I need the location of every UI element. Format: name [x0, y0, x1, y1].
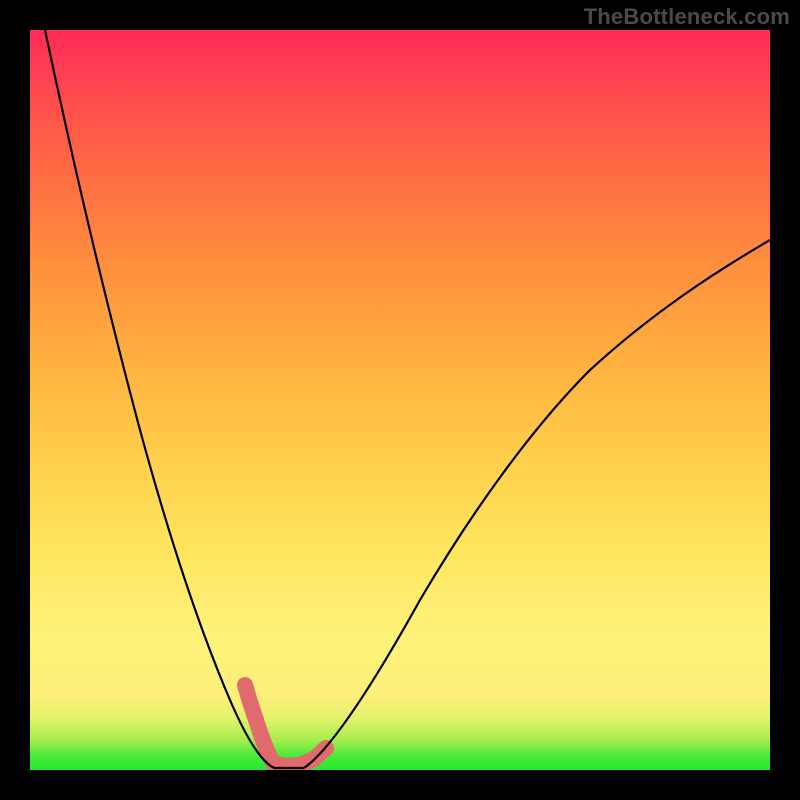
watermark-text: TheBottleneck.com — [584, 4, 790, 30]
curve-right-branch — [304, 240, 770, 768]
curve-left-branch — [45, 30, 274, 768]
chart-frame: TheBottleneck.com — [0, 0, 800, 800]
curve-layer — [30, 30, 770, 770]
highlight-left-tip — [245, 685, 274, 764]
